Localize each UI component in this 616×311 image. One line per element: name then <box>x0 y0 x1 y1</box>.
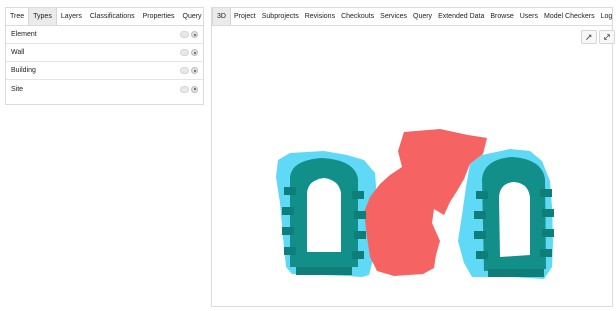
eye-icon[interactable] <box>191 49 198 56</box>
tab-properties[interactable]: Properties <box>139 8 179 25</box>
tab-layers[interactable]: Layers <box>57 8 86 25</box>
type-row-site: Site <box>6 80 203 98</box>
type-label: Building <box>11 67 36 74</box>
tab-revisions[interactable]: Revisions <box>302 8 338 25</box>
tab-types[interactable]: Types <box>28 8 57 25</box>
types-panel: Tree Types Layers Classifications Proper… <box>5 7 204 105</box>
tab-subprojects[interactable]: Subprojects <box>259 8 302 25</box>
tab-3d[interactable]: 3D <box>212 8 231 25</box>
tab-tree[interactable]: Tree <box>6 8 28 25</box>
tab-users[interactable]: Users <box>517 8 541 25</box>
visibility-toggle[interactable] <box>180 31 189 38</box>
tab-project[interactable]: Project <box>231 8 259 25</box>
eye-icon[interactable] <box>191 67 198 74</box>
tab-query[interactable]: Query <box>410 8 435 25</box>
type-label: Element <box>11 31 37 38</box>
type-label: Wall <box>11 49 25 56</box>
right-tab-bar: 3D Project Subprojects Revisions Checkou… <box>212 8 612 26</box>
type-row-building: Building <box>6 62 203 80</box>
right-window-opening <box>499 182 530 257</box>
type-row-element: Element <box>6 26 203 44</box>
type-row-wall: Wall <box>6 44 203 62</box>
eye-icon[interactable] <box>191 31 198 38</box>
tab-model-checkers[interactable]: Model Checkers <box>541 8 598 25</box>
3d-viewport[interactable] <box>212 27 612 306</box>
tab-services[interactable]: Services <box>377 8 410 25</box>
tab-query[interactable]: Query <box>179 8 206 25</box>
viewer-panel: 3D Project Subprojects Revisions Checkou… <box>211 7 615 307</box>
tab-classifications[interactable]: Classifications <box>86 8 139 25</box>
visibility-toggle[interactable] <box>180 49 189 56</box>
visibility-toggle[interactable] <box>180 85 189 93</box>
left-tab-bar: Tree Types Layers Classifications Proper… <box>6 8 203 26</box>
tab-browse[interactable]: Browse <box>487 8 516 25</box>
tab-extended-data[interactable]: Extended Data <box>435 8 487 25</box>
visibility-toggle[interactable] <box>180 67 189 74</box>
type-label: Site <box>11 85 24 93</box>
eye-icon[interactable] <box>191 85 198 93</box>
tab-log[interactable]: Log <box>598 8 616 25</box>
left-window-opening <box>307 178 341 252</box>
tab-checkouts[interactable]: Checkouts <box>338 8 377 25</box>
